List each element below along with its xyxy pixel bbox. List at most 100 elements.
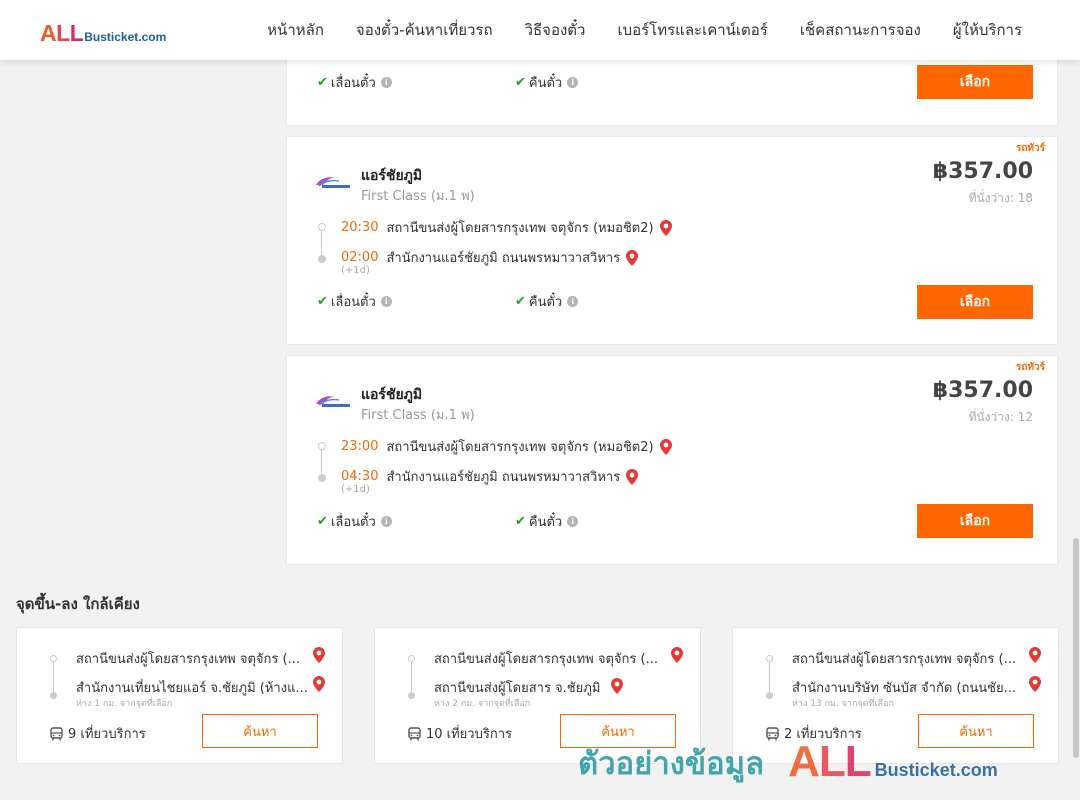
main-nav: หน้าหลัก จองตั๋ว-ค้นหาเที่ยวรถ วิธีจองตั… [267, 0, 1022, 60]
arrival-stop: 04:30 สำนักงานแอร์ชัยภูมิ ถนนพรหมาวาสวิห… [341, 466, 639, 487]
trip-price: ฿357.00 [932, 378, 1033, 403]
page-scrollbar[interactable] [1072, 0, 1080, 800]
feature-postpone: ✔ เลื่อนตั๋ว i [317, 511, 392, 532]
check-icon: ✔ [515, 75, 526, 90]
feature-refund-label: คืนตั๋ว [528, 295, 563, 310]
feature-postpone-label: เลื่อนตั๋ว [330, 515, 376, 530]
feature-refund: ✔ คืนตั๋ว i [515, 511, 579, 532]
map-pin-icon[interactable] [313, 647, 325, 663]
promo-badge: รถทัวร์ [1015, 143, 1045, 154]
check-icon: ✔ [515, 294, 526, 309]
trip-price: ฿357.00 [932, 159, 1033, 184]
nearby-distance: ห่าง 13 กม. จากจุดที่เลือก [792, 699, 894, 709]
info-icon[interactable]: i [567, 296, 579, 307]
nav-home[interactable]: หน้าหลัก [267, 18, 324, 42]
search-button[interactable]: ค้นหา [560, 714, 676, 748]
info-icon[interactable]: i [380, 296, 392, 307]
next-day-marker: (+1d) [341, 484, 370, 495]
departure-station: สถานีขนส่งผู้โดยสารกรุงเทพ จตุจักร (หมอช… [386, 221, 654, 236]
map-pin-icon[interactable] [1029, 676, 1041, 692]
nearby-to-station-label: สถานีขนส่งผู้โดยสาร จ.ชัยภูมิ [434, 681, 601, 696]
select-button[interactable]: เลือก [917, 285, 1033, 319]
operator-name: แอร์ชัยภูมิ [361, 387, 423, 403]
nearby-trip-count-label: 10 เที่ยวบริการ [426, 727, 512, 742]
route-timeline [766, 655, 774, 701]
info-icon[interactable]: i [380, 77, 392, 88]
nearby-trip-count: 10 เที่ยวบริการ [408, 723, 512, 744]
nearby-route-card: สถานีขนส่งผู้โดยสารกรุงเทพ จตุจักร (... … [732, 627, 1059, 764]
feature-postpone-label: เลื่อนตั๋ว [330, 295, 376, 310]
departure-time: 23:00 [341, 439, 379, 454]
map-pin-icon[interactable] [610, 678, 623, 694]
nav-operators[interactable]: ผู้ให้บริการ [953, 18, 1022, 42]
nearby-from-station: สถานีขนส่งผู้โดยสารกรุงเทพ จตุจักร (... [434, 652, 658, 667]
search-button[interactable]: ค้นหา [918, 714, 1034, 748]
departure-station: สถานีขนส่งผู้โดยสารกรุงเทพ จตุจักร (หมอช… [386, 440, 654, 455]
nearby-distance: ห่าง 2 กม. จากจุดที่เลือก [434, 699, 531, 709]
nearby-to-station: สำนักงานบริษัท ซันบัส จำกัด (ถนนชัย... [792, 681, 1016, 696]
route-timeline [317, 223, 327, 263]
departure-stop: 23:00 สถานีขนส่งผู้โดยสารกรุงเทพ จตุจักร… [341, 436, 672, 457]
operator-logo: air [316, 396, 350, 407]
nav-contact-counters[interactable]: เบอร์โทรและเคาน์เตอร์ [617, 18, 767, 42]
operator-logo: air [316, 177, 350, 188]
nearby-trip-count: 2 เที่ยวบริการ [766, 723, 862, 744]
info-icon[interactable]: i [567, 77, 579, 88]
operator-name: แอร์ชัยภูมิ [361, 168, 423, 184]
select-button[interactable]: เลือก [917, 65, 1033, 99]
nearby-trip-count-label: 9 เที่ยวบริการ [68, 727, 146, 742]
seats-available: ที่นั่งว่าง: 18 [968, 191, 1033, 205]
map-pin-icon[interactable] [626, 468, 639, 485]
check-icon: ✔ [317, 514, 328, 529]
nearby-distance: ห่าง 1 กม. จากจุดที่เลือก [76, 699, 173, 709]
bus-class: First Class (ม.1 พ) [361, 408, 475, 423]
bus-icon [408, 726, 421, 740]
info-icon[interactable]: i [380, 516, 392, 527]
logo-all-text: ALL [40, 20, 84, 46]
svg-text:air: air [317, 399, 323, 404]
map-pin-icon[interactable] [1029, 647, 1041, 663]
arrival-time: 02:00 [341, 250, 379, 265]
nearby-from-station: สถานีขนส่งผู้โดยสารกรุงเทพ จตุจักร (... [76, 652, 300, 667]
scrollbar-thumb[interactable] [1073, 538, 1079, 758]
feature-refund: ✔ คืนตั๋ว i [515, 72, 579, 93]
map-pin-icon[interactable] [313, 676, 325, 692]
check-icon: ✔ [317, 75, 328, 90]
next-day-marker: (+1d) [341, 265, 370, 276]
trip-card: รถทัวร์ air แอร์ชัยภูมิ First Class (ม.1… [286, 136, 1058, 345]
nearby-route-card: สถานีขนส่งผู้โดยสารกรุงเทพ จตุจักร (... … [374, 627, 701, 764]
check-icon: ✔ [515, 514, 526, 529]
feature-refund-label: คืนตั๋ว [528, 76, 563, 91]
trip-card-partial: ✔ เลื่อนตั๋ว i ✔ คืนตั๋ว i เลือก [286, 60, 1058, 126]
search-button[interactable]: ค้นหา [202, 714, 318, 748]
watermark-logo-domain: Busticket.com [874, 760, 998, 780]
arrival-station: สำนักงานแอร์ชัยภูมิ ถนนพรหมาวาสวิหาร [386, 470, 621, 485]
nav-booking-status[interactable]: เช็คสถานะการจอง [800, 18, 921, 42]
top-navbar: ALL Busticket.com หน้าหลัก จองตั๋ว-ค้นหา… [0, 0, 1080, 60]
nearby-to-station: สำนักงานเที่ยนไชยแอร์ จ.ชัยภูมิ (ห้างแ..… [76, 681, 308, 696]
feature-refund: ✔ คืนตั๋ว i [515, 291, 579, 312]
bus-icon [766, 726, 779, 740]
departure-stop: 20:30 สถานีขนส่งผู้โดยสารกรุงเทพ จตุจักร… [341, 217, 672, 238]
promo-badge: รถทัวร์ [1015, 362, 1045, 373]
route-timeline [408, 655, 416, 701]
site-logo[interactable]: ALL Busticket.com [40, 20, 166, 47]
arrival-station: สำนักงานแอร์ชัยภูมิ ถนนพรหมาวาสวิหาร [386, 251, 621, 266]
nearby-trip-count: 9 เที่ยวบริการ [50, 723, 146, 744]
route-timeline [50, 655, 58, 701]
map-pin-icon[interactable] [659, 438, 672, 455]
bus-class: First Class (ม.1 พ) [361, 189, 475, 204]
feature-postpone: ✔ เลื่อนตั๋ว i [317, 72, 392, 93]
map-pin-icon[interactable] [671, 647, 683, 663]
map-pin-icon[interactable] [659, 219, 672, 236]
nearby-trip-count-label: 2 เที่ยวบริการ [784, 727, 862, 742]
departure-time: 20:30 [341, 220, 379, 235]
map-pin-icon[interactable] [626, 249, 639, 266]
nearby-route-card: สถานีขนส่งผู้โดยสารกรุงเทพ จตุจักร (... … [16, 627, 343, 764]
seats-available: ที่นั่งว่าง: 12 [968, 410, 1033, 424]
select-button[interactable]: เลือก [917, 504, 1033, 538]
nav-book-search[interactable]: จองตั๋ว-ค้นหาเที่ยวรถ [356, 18, 493, 42]
nav-how-to-book[interactable]: วิธีจองตั๋ว [525, 18, 586, 42]
info-icon[interactable]: i [567, 516, 579, 527]
nearby-to-station: สถานีขนส่งผู้โดยสาร จ.ชัยภูมิ [434, 677, 623, 698]
